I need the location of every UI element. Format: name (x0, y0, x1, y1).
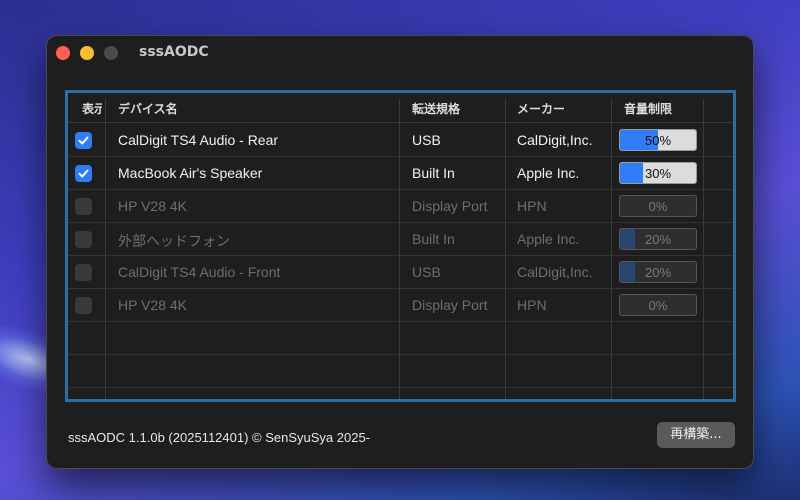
volume-limit-bar[interactable]: 0% (619, 294, 697, 316)
transport-cell: Built In (412, 231, 455, 247)
volume-limit-bar[interactable]: 0% (619, 195, 697, 217)
title-bar[interactable]: sssAODC (47, 36, 753, 70)
show-checkbox[interactable] (75, 198, 92, 215)
column-header-transport[interactable]: 転送規格 (412, 100, 460, 117)
show-checkbox[interactable] (75, 231, 92, 248)
transport-cell: Display Port (412, 297, 488, 313)
empty-table-row (68, 322, 733, 355)
volume-limit-label: 0% (648, 199, 668, 214)
table-row[interactable]: HP V28 4K Display Port HPN 0% (68, 190, 733, 223)
device-name-cell: HP V28 4K (118, 297, 188, 313)
maker-cell: HPN (517, 297, 547, 313)
checkmark-icon (78, 169, 89, 178)
table-row[interactable]: MacBook Air's Speaker Built In Apple Inc. 3… (68, 157, 733, 190)
transport-cell: USB (412, 132, 441, 148)
app-window: sssAODC 表示 デバイス名 転送規格 メーカー 音量制限 CalDigit… (46, 35, 754, 469)
window-title: sssAODC (139, 44, 209, 60)
maker-cell: Apple Inc. (517, 231, 580, 247)
volume-limit-bar[interactable]: 20% (619, 261, 697, 283)
maker-cell: CalDigit,Inc. (517, 132, 593, 148)
show-checkbox[interactable] (75, 264, 92, 281)
maker-cell: Apple Inc. (517, 165, 580, 181)
empty-table-row (68, 355, 733, 388)
volume-limit-label: 30% (644, 166, 672, 181)
device-name-cell: CalDigit TS4 Audio - Front (118, 264, 281, 280)
show-checkbox[interactable] (75, 132, 92, 149)
maker-cell: HPN (517, 198, 547, 214)
table-row[interactable]: HP V28 4K Display Port HPN 0% (68, 289, 733, 322)
transport-cell: USB (412, 264, 441, 280)
version-text: sssAODC 1.1.0b (2025112401) © SenSyuSya … (68, 430, 371, 445)
table-row[interactable]: 外部ヘッドフォン Built In Apple Inc. 20% (68, 223, 733, 256)
table-row[interactable]: CalDigit TS4 Audio - Front USB CalDigit,In… (68, 256, 733, 289)
close-window-button[interactable] (56, 46, 70, 60)
volume-limit-bar[interactable]: 30% (619, 162, 697, 184)
table-row[interactable]: CalDigit TS4 Audio - Rear USB CalDigit,Inc… (68, 124, 733, 157)
maker-cell: CalDigit,Inc. (517, 264, 593, 280)
show-checkbox[interactable] (75, 297, 92, 314)
volume-limit-label: 50% (644, 133, 672, 148)
device-name-cell: HP V28 4K (118, 198, 188, 214)
volume-limit-label: 20% (644, 265, 672, 280)
table-header: 表示 デバイス名 転送規格 メーカー 音量制限 (68, 93, 733, 123)
device-name-cell: MacBook Air's Speaker (118, 165, 263, 181)
transport-cell: Display Port (412, 198, 488, 214)
column-header-maker[interactable]: メーカー (517, 100, 565, 117)
volume-limit-label: 20% (644, 232, 672, 247)
minimize-window-button[interactable] (80, 46, 94, 60)
volume-limit-label: 0% (648, 298, 668, 313)
zoom-window-button[interactable] (104, 46, 118, 60)
checkmark-icon (78, 136, 89, 145)
rebuild-button[interactable]: 再構築... (657, 422, 735, 448)
device-name-cell: 外部ヘッドフォン (118, 233, 230, 249)
transport-cell: Built In (412, 165, 455, 181)
empty-table-row (68, 388, 733, 399)
device-name-cell: CalDigit TS4 Audio - Rear (118, 132, 279, 148)
column-header-volume-limit[interactable]: 音量制限 (624, 100, 672, 117)
volume-limit-bar[interactable]: 20% (619, 228, 697, 250)
column-header-show[interactable]: 表示 (82, 100, 102, 117)
show-checkbox[interactable] (75, 165, 92, 182)
column-header-device-name[interactable]: デバイス名 (118, 100, 178, 117)
device-table[interactable]: 表示 デバイス名 転送規格 メーカー 音量制限 CalDigit TS4 Aud… (65, 90, 736, 402)
volume-limit-bar[interactable]: 50% (619, 129, 697, 151)
